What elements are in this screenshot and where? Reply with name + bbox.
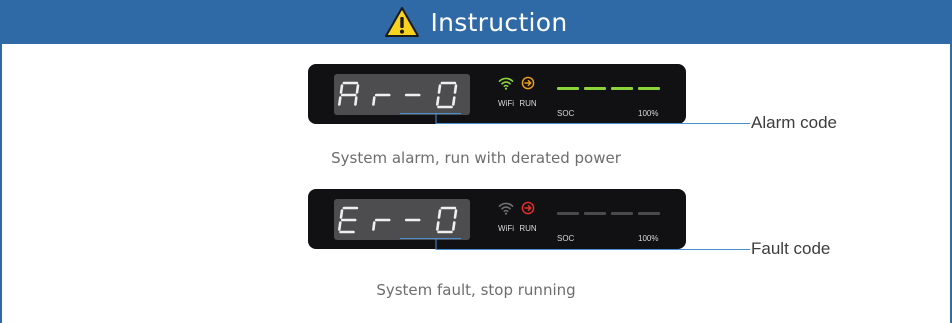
soc-bar	[611, 212, 633, 215]
digit-glyph	[372, 218, 391, 231]
segment	[453, 209, 458, 219]
run-indicator: RUN	[514, 201, 542, 241]
soc-bar	[557, 87, 579, 90]
seven-segment-display	[334, 74, 470, 115]
run-label: RUN	[519, 99, 537, 108]
wifi-icon	[498, 77, 514, 90]
segment	[437, 84, 442, 94]
header-title: Instruction	[430, 7, 568, 37]
soc-bar	[611, 87, 633, 90]
segment	[436, 221, 440, 231]
fault-display-panel: WiFi RUN SOC 100%	[308, 189, 686, 249]
soc-bar	[638, 212, 660, 215]
segment	[339, 209, 344, 219]
run-label: RUN	[519, 224, 537, 233]
soc-label: SOC	[557, 234, 575, 243]
soc-bar	[584, 87, 606, 90]
run-arrow-icon	[521, 201, 535, 215]
segment	[338, 96, 342, 106]
digit-glyph	[436, 81, 458, 109]
soc-bar	[557, 212, 579, 215]
warning-triangle-icon	[385, 7, 420, 37]
fault-code-digits	[338, 206, 458, 234]
segment	[372, 96, 376, 106]
run-indicator: RUN	[514, 76, 542, 116]
segment	[452, 96, 456, 106]
segment	[354, 96, 358, 106]
soc-label: SOC	[557, 109, 575, 118]
alarm-code-digits	[338, 81, 458, 109]
run-arrow-icon	[521, 76, 535, 90]
digit-glyph	[338, 81, 360, 106]
soc-bar	[584, 212, 606, 215]
soc-value: 100%	[638, 234, 659, 243]
segment	[355, 84, 360, 94]
alarm-display-panel: WiFi RUN SOC 100%	[308, 64, 686, 124]
alarm-code-callout: Alarm code	[751, 113, 837, 132]
instruction-header: Instruction	[0, 0, 952, 44]
fault-caption: System fault, stop running	[376, 281, 576, 299]
segment	[372, 221, 376, 231]
soc-level-bars	[557, 212, 660, 215]
segment	[437, 209, 442, 219]
segment	[452, 221, 456, 231]
fault-code-callout: Fault code	[751, 239, 831, 258]
segment	[453, 84, 458, 94]
digit-glyph	[372, 93, 391, 106]
soc-value: 100%	[638, 109, 659, 118]
segment	[339, 84, 344, 94]
seven-segment-display	[334, 199, 470, 240]
wifi-icon	[498, 202, 514, 215]
digit-glyph	[436, 206, 458, 234]
soc-bar	[638, 87, 660, 90]
segment	[338, 221, 342, 231]
alarm-caption: System alarm, run with derated power	[331, 149, 621, 167]
segment	[436, 96, 440, 106]
digit-glyph	[338, 206, 359, 234]
soc-level-bars	[557, 87, 660, 90]
